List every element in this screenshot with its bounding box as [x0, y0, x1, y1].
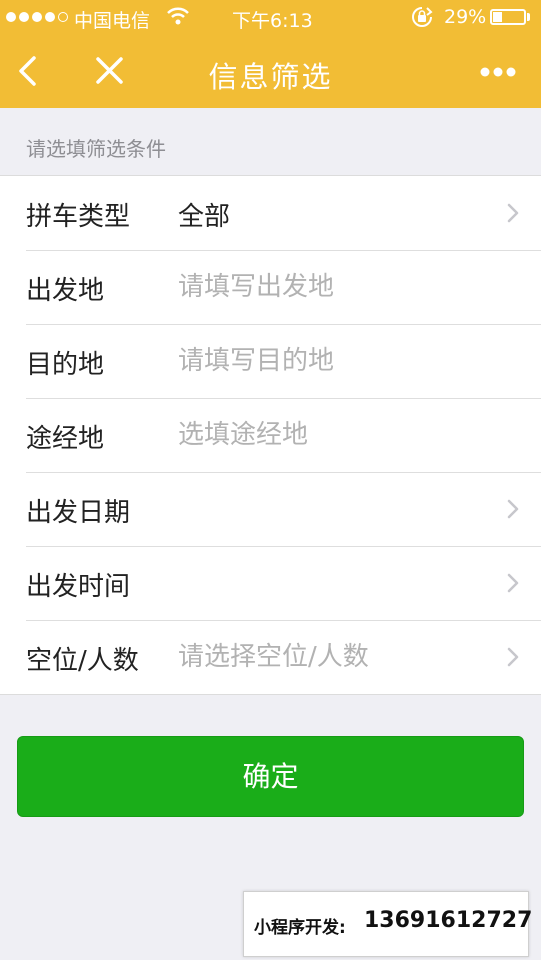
departure-time-label: 出发时间 — [26, 572, 131, 602]
status-time: 下午6:13 — [232, 10, 313, 32]
battery-icon — [490, 9, 526, 25]
via-label: 途经地 — [26, 424, 105, 454]
chevron-right-icon — [507, 647, 519, 667]
destination-row: 目的地 — [0, 324, 541, 398]
via-row: 途经地 — [0, 398, 541, 472]
navigation-bar: 信息筛选 — [0, 36, 541, 108]
seats-picker[interactable] — [178, 634, 488, 680]
departure-time-row[interactable]: 出发时间 — [0, 546, 541, 620]
wifi-icon — [166, 6, 190, 31]
chevron-right-icon — [507, 573, 519, 593]
filter-section-hint: 请选填筛选条件 — [26, 137, 166, 161]
ride-type-row[interactable]: 拼车类型 全部 — [0, 176, 541, 250]
watermark-phone: 13691612727 — [364, 908, 533, 933]
watermark-label: 小程序开发: — [254, 918, 346, 938]
departure-input[interactable] — [178, 264, 488, 310]
departure-row: 出发地 — [0, 250, 541, 324]
contact-watermark: 小程序开发: 13691612727 — [243, 891, 533, 957]
more-icon — [480, 67, 516, 77]
destination-input[interactable] — [178, 338, 488, 384]
via-input[interactable] — [178, 412, 488, 458]
page-title: 信息筛选 — [208, 60, 333, 94]
destination-label: 目的地 — [26, 350, 105, 380]
chevron-right-icon — [507, 499, 519, 519]
ride-type-label: 拼车类型 — [26, 202, 131, 232]
seats-label: 空位/人数 — [26, 646, 139, 676]
chevron-right-icon — [507, 203, 519, 223]
ride-type-value: 全部 — [178, 202, 231, 232]
status-bar: 中国电信 下午6:13 29% — [0, 0, 541, 36]
carrier-name: 中国电信 — [74, 10, 151, 32]
more-button[interactable] — [476, 50, 520, 94]
battery-percent: 29% — [444, 6, 487, 28]
confirm-button[interactable]: 确定 — [17, 736, 524, 817]
departure-date-label: 出发日期 — [26, 498, 131, 528]
filter-form: 拼车类型 全部 出发地 目的地 途经地 出发日期 出发时间 空位/人数 — [0, 175, 541, 695]
rotation-lock-icon — [411, 6, 433, 33]
battery-tip — [527, 13, 530, 21]
departure-label: 出发地 — [26, 276, 105, 306]
signal-strength-icon — [6, 12, 68, 22]
seats-row[interactable]: 空位/人数 — [0, 620, 541, 694]
departure-date-row[interactable]: 出发日期 — [0, 472, 541, 546]
